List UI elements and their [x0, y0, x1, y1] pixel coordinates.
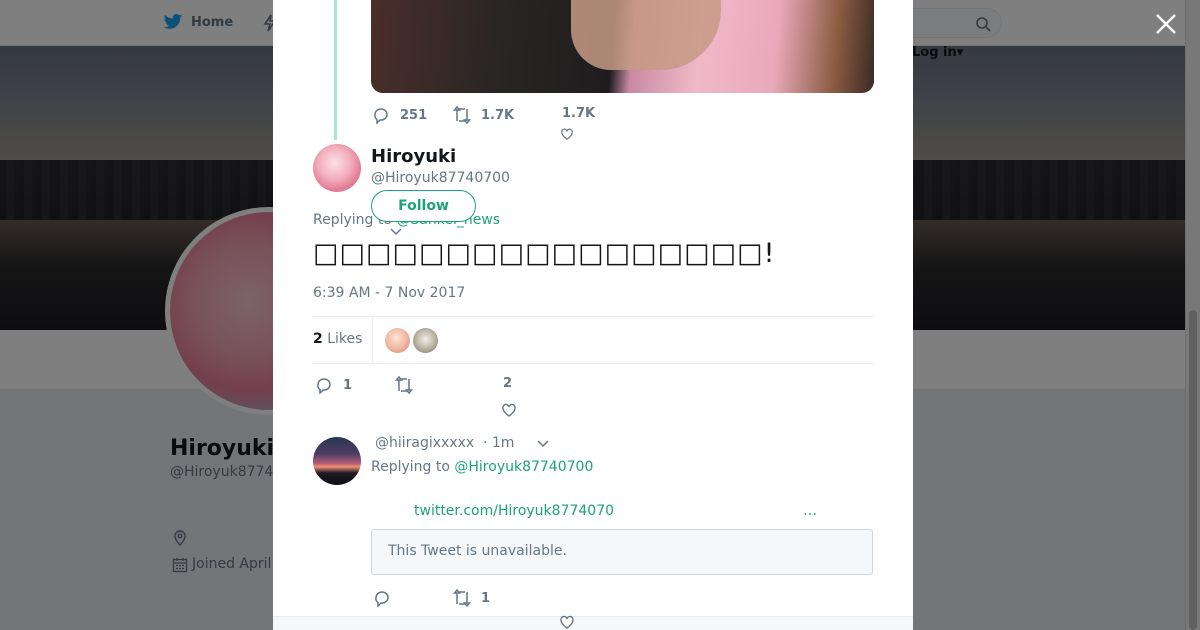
reply-icon	[374, 108, 388, 124]
likes-label: Likes	[327, 331, 363, 347]
modal-footer-strip	[273, 616, 913, 630]
reply-replying-mention[interactable]: @Hiroyuk87740700	[454, 459, 593, 475]
reply-action[interactable]: 1	[315, 376, 352, 394]
photo-detail	[571, 0, 721, 70]
prev-retweet-action[interactable]: 1.7K	[453, 106, 514, 124]
heart-icon[interactable]	[559, 614, 575, 630]
prev-like-action[interactable]: 1.7K	[562, 106, 595, 121]
reply-replying-to: Replying to @Hiroyuk87740700	[371, 459, 593, 475]
retweet-icon	[453, 589, 471, 607]
reply-time[interactable]: · 1m	[483, 435, 514, 451]
retweet-action[interactable]	[395, 376, 413, 394]
reply-author-avatar[interactable]	[313, 437, 361, 485]
heart-icon[interactable]	[501, 402, 517, 418]
reply-author-handle[interactable]: @hiiragixxxxx	[375, 435, 474, 451]
unavailable-text: This Tweet is unavailable.	[388, 543, 567, 559]
follow-button[interactable]: Follow	[371, 190, 476, 222]
reply-icon	[317, 378, 331, 394]
prev-like-count: 1.7K	[562, 106, 596, 121]
likes-number: 2	[313, 331, 323, 347]
reply-icon	[375, 591, 389, 607]
author-name[interactable]: Hiroyuki	[371, 146, 456, 167]
reply-replying-prefix: Replying to	[371, 459, 450, 475]
author-handle[interactable]: @Hiroyuk87740700	[371, 170, 510, 186]
like-action[interactable]: 2	[503, 376, 512, 391]
reply-retweet-count: 1	[481, 590, 491, 606]
tweet-modal: 251 1.7K 1.7K Hiroyuki @Hiroyuk87740700 …	[273, 0, 913, 630]
chevron-down-icon[interactable]	[389, 227, 403, 237]
reply-link[interactable]: twitter.com/Hiroyuk8774070	[414, 503, 614, 519]
tweet-photo[interactable]	[371, 0, 874, 93]
chevron-down-icon[interactable]	[536, 439, 550, 449]
retweet-icon	[453, 106, 471, 124]
prev-reply-action[interactable]: 251	[372, 106, 427, 124]
heart-icon[interactable]	[560, 127, 574, 141]
stats-divider	[372, 317, 373, 363]
tweet-stats: 2 Likes	[313, 316, 873, 364]
prev-retweet-count: 1.7K	[481, 107, 515, 123]
reply-ellipsis[interactable]: …	[803, 503, 817, 519]
prev-reply-count: 251	[400, 107, 428, 123]
reply-count: 1	[343, 377, 353, 393]
tweet-timestamp[interactable]: 6:39 AM - 7 Nov 2017	[313, 285, 465, 301]
like-count: 2	[503, 376, 513, 391]
tweet-text: □□□□□□□□□□□□□□□□□!	[313, 238, 776, 269]
retweet-icon	[395, 376, 413, 394]
unavailable-tweet-card: This Tweet is unavailable.	[371, 529, 873, 575]
liker-avatar[interactable]	[385, 328, 410, 353]
reply-retweet-action[interactable]: 1	[453, 589, 490, 607]
reply-reply-action[interactable]	[373, 589, 391, 607]
likes-stat[interactable]: 2 Likes	[313, 331, 362, 347]
close-icon[interactable]	[1154, 12, 1178, 36]
author-avatar[interactable]	[313, 144, 361, 192]
liker-avatar[interactable]	[413, 328, 438, 353]
thread-line	[334, 0, 337, 140]
